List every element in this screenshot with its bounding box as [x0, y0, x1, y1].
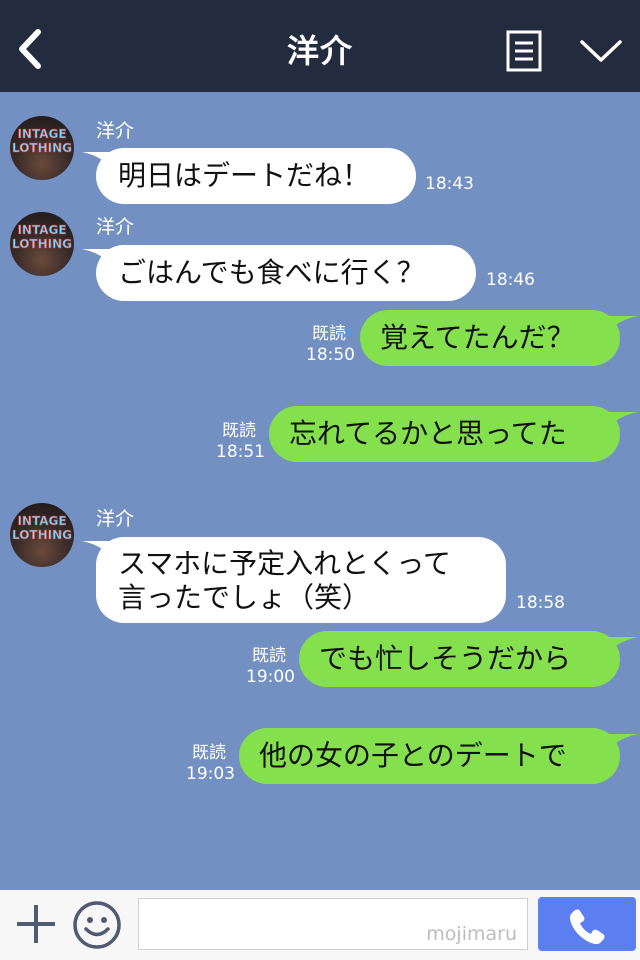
- message-text-line-2: 言ったでしょ（笑）: [118, 581, 371, 614]
- call-button[interactable]: [538, 897, 636, 951]
- collapse-button[interactable]: [578, 34, 624, 68]
- avatar-image: INTAGE LOTHING: [12, 223, 73, 252]
- message-bubble[interactable]: 明日はデートだね！: [96, 148, 416, 204]
- message-time: 19:00: [246, 667, 295, 687]
- avatar[interactable]: INTAGE LOTHING: [10, 116, 74, 180]
- message-time: 18:46: [486, 270, 535, 290]
- message-text: ごはんでも食べに行く？: [118, 256, 425, 289]
- message-time: 19:03: [186, 764, 235, 784]
- message-time: 18:58: [516, 593, 565, 613]
- message-text: 明日はデートだね！: [118, 159, 371, 192]
- message-bubble[interactable]: 他の女の子とのデートで: [239, 728, 620, 784]
- avatar-image: INTAGE LOTHING: [12, 127, 73, 156]
- avatar-text-2: LOTHING: [12, 237, 72, 251]
- sender-name: 洋介: [96, 216, 135, 238]
- bubble-tail: [606, 316, 638, 332]
- avatar[interactable]: INTAGE LOTHING: [10, 503, 74, 567]
- avatar-text-1: INTAGE: [17, 514, 66, 528]
- message-time: 18:50: [306, 345, 355, 365]
- message-bubble[interactable]: 忘れてるかと思ってた: [269, 406, 620, 462]
- chat-header: 洋介: [0, 0, 640, 92]
- message-bubble[interactable]: ごはんでも食べに行く？: [96, 245, 476, 301]
- read-label: 既読: [192, 743, 226, 763]
- message-time: 18:43: [425, 174, 474, 194]
- smiley-icon: [73, 901, 121, 949]
- chat-title: 洋介: [286, 32, 353, 70]
- bubble-tail: [606, 734, 638, 750]
- avatar[interactable]: INTAGE LOTHING: [10, 212, 74, 276]
- message-text-line-1: スマホに予定入れとくって: [118, 547, 451, 580]
- avatar-text-2: LOTHING: [12, 141, 72, 155]
- watermark-text: mojimaru: [426, 923, 517, 945]
- notes-button[interactable]: [506, 30, 542, 72]
- read-label: 既読: [312, 324, 346, 344]
- sender-name: 洋介: [96, 508, 135, 530]
- message-text: 覚えてたんだ？: [380, 321, 575, 354]
- avatar-text-2: LOTHING: [12, 528, 72, 542]
- message-input[interactable]: mojimaru: [138, 898, 528, 950]
- add-button[interactable]: [14, 902, 58, 946]
- phone-icon: [569, 909, 605, 945]
- message-bubble[interactable]: でも忙しそうだから: [299, 631, 620, 687]
- message-text: 他の女の子とのデートで: [259, 739, 567, 772]
- read-receipt: 既読 19:03: [186, 743, 235, 785]
- read-receipt: 既読 19:00: [246, 646, 295, 688]
- bubble-tail: [606, 412, 638, 428]
- plus-icon: [17, 905, 55, 943]
- message-bubble[interactable]: 覚えてたんだ？: [360, 310, 620, 366]
- sender-name: 洋介: [96, 120, 135, 142]
- message-time: 18:51: [216, 442, 265, 462]
- avatar-image: INTAGE LOTHING: [12, 514, 73, 543]
- avatar-text-1: INTAGE: [17, 127, 66, 141]
- avatar-text-1: INTAGE: [17, 223, 66, 237]
- message-bubble[interactable]: スマホに予定入れとくって 言ったでしょ（笑）: [96, 537, 506, 623]
- bubble-tail: [606, 637, 638, 653]
- notes-icon: [506, 30, 542, 72]
- read-receipt: 既読 18:50: [306, 324, 355, 366]
- read-receipt: 既読 18:51: [216, 421, 265, 463]
- read-label: 既読: [222, 421, 256, 441]
- chat-screen: 洋介 INTAGE LOTHING 洋介 明日はデートだね！ 18:43 INT…: [0, 0, 640, 960]
- emoji-button[interactable]: [72, 900, 122, 950]
- chevron-down-icon: [580, 40, 622, 62]
- read-label: 既読: [252, 646, 286, 666]
- message-text: 忘れてるかと思ってた: [289, 417, 567, 450]
- message-text: でも忙しそうだから: [319, 642, 572, 675]
